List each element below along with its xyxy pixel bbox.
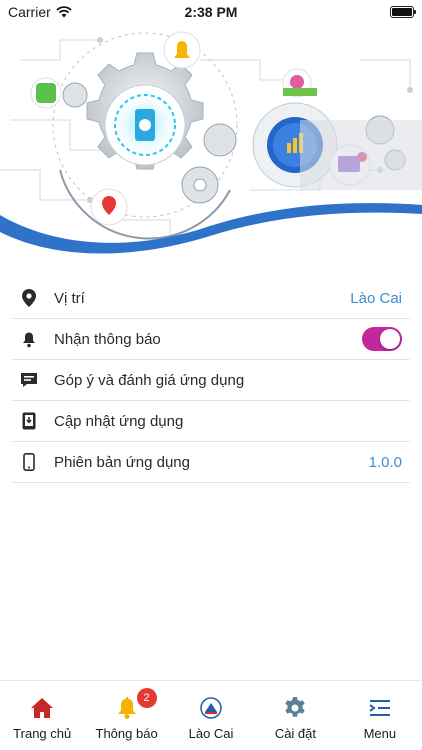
tab-label: Trang chủ xyxy=(13,726,72,741)
tab-label: Cài đặt xyxy=(274,726,317,741)
location-pin-icon xyxy=(20,289,38,307)
header-illustration xyxy=(0,0,422,262)
setting-label: Phiên bản ứng dụng xyxy=(54,453,190,471)
menu-icon xyxy=(367,695,393,721)
tab-menu[interactable]: Menu xyxy=(338,681,422,750)
bell-icon xyxy=(20,330,38,348)
bell-icon xyxy=(114,695,140,721)
tab-label: Lào Cai xyxy=(188,726,234,741)
toggle-knob xyxy=(380,329,400,349)
update-icon xyxy=(20,412,38,430)
tab-home[interactable]: Trang chủ xyxy=(0,681,84,750)
wifi-icon xyxy=(56,6,72,18)
tab-notifications[interactable]: 2 Thông báo xyxy=(84,681,168,750)
province-logo-icon xyxy=(198,695,224,721)
status-bar: Carrier 2:38 PM xyxy=(0,0,422,24)
setting-label: Nhận thông báo xyxy=(54,330,161,348)
status-left: Carrier xyxy=(8,4,72,20)
feedback-icon xyxy=(20,371,38,389)
setting-row-version: Phiên bản ứng dụng 1.0.0 xyxy=(12,442,410,483)
location-value: Lào Cai xyxy=(350,289,402,307)
notification-badge: 2 xyxy=(136,688,157,708)
carrier-label: Carrier xyxy=(8,4,51,20)
phone-icon xyxy=(20,453,38,471)
setting-row-notifications: Nhận thông báo xyxy=(12,319,410,360)
tab-label: Menu xyxy=(363,726,397,741)
gear-icon xyxy=(282,695,308,721)
battery-icon xyxy=(390,6,416,18)
setting-row-feedback[interactable]: Góp ý và đánh giá ứng dụng xyxy=(12,360,410,401)
tab-bar: Trang chủ 2 Thông báo Lào Cai Cài đặt Me… xyxy=(0,680,422,750)
settings-list: Vị trí Lào Cai Nhận thông báo Góp ý và đ… xyxy=(12,278,410,483)
setting-row-location[interactable]: Vị trí Lào Cai xyxy=(12,278,410,319)
setting-label: Cập nhật ứng dụng xyxy=(54,412,184,430)
setting-label: Vị trí xyxy=(54,289,85,307)
notification-toggle[interactable] xyxy=(362,327,402,351)
tab-label: Thông báo xyxy=(95,726,158,741)
tab-settings[interactable]: Cài đặt xyxy=(253,681,337,750)
setting-row-update[interactable]: Cập nhật ứng dụng xyxy=(12,401,410,442)
setting-label: Góp ý và đánh giá ứng dụng xyxy=(54,371,245,389)
tab-lao-cai[interactable]: Lào Cai xyxy=(169,681,253,750)
version-value: 1.0.0 xyxy=(368,453,402,471)
home-icon xyxy=(29,695,55,721)
